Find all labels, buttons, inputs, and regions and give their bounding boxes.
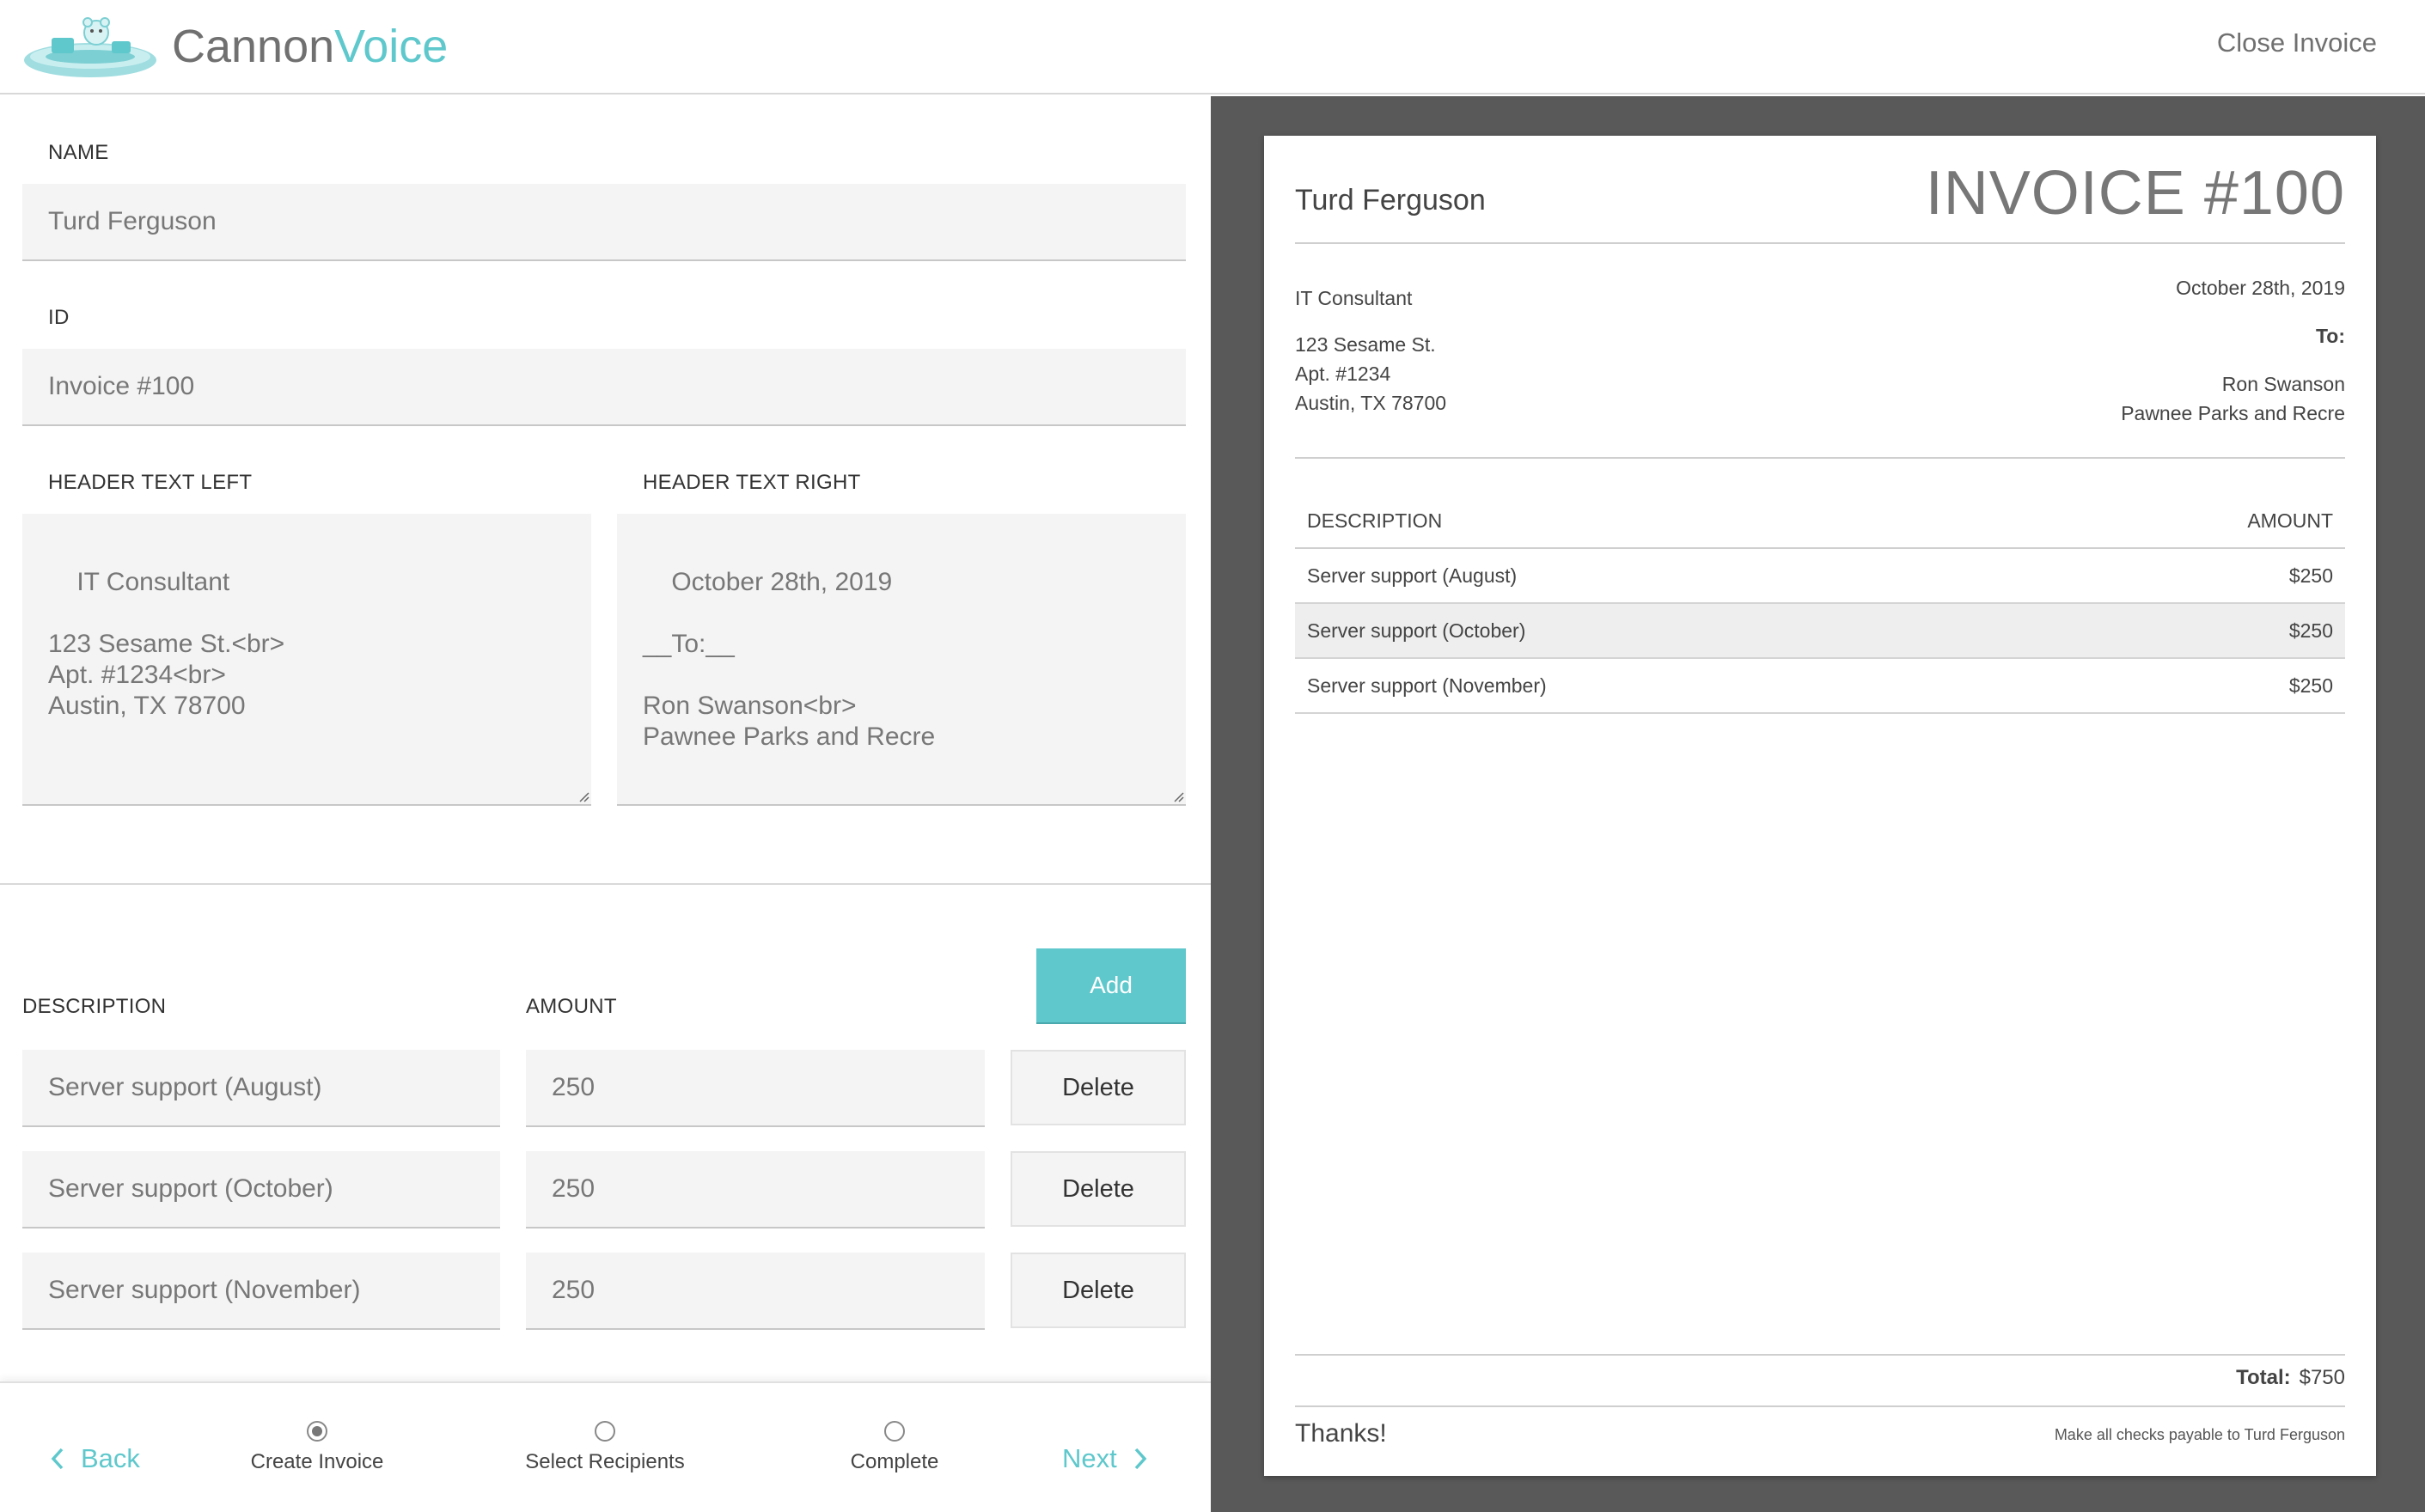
id-label: ID xyxy=(48,306,70,329)
invoice-preview: Turd Ferguson INVOICE #100 IT Consultant… xyxy=(1264,136,2376,1476)
header-right-label: HEADER TEXT RIGHT xyxy=(643,471,861,494)
description-column-label: DESCRIPTION xyxy=(22,995,167,1018)
line-item-description-input[interactable]: Server support (August) xyxy=(22,1050,500,1127)
top-bar: CannonVoice Close Invoice xyxy=(0,0,2425,94)
preview-name: Turd Ferguson xyxy=(1295,184,1486,216)
preview-row-description: Server support (August) xyxy=(1295,548,2037,604)
invoice-preview-pane: Turd Ferguson INVOICE #100 IT Consultant… xyxy=(1211,96,2425,1512)
table-header-row: DESCRIPTION AMOUNT xyxy=(1295,495,2345,549)
preview-rule xyxy=(1295,1405,2345,1407)
header-right-text: October 28th, 2019 __To:__ Ron Swanson<b… xyxy=(643,568,936,751)
preview-left-line: Austin, TX 78700 xyxy=(1295,392,1447,414)
header-left-text: IT Consultant 123 Sesame St.<br> Apt. #1… xyxy=(48,568,285,720)
radio-selected-icon xyxy=(307,1421,327,1442)
preview-payable-note: Make all checks payable to Turd Ferguson xyxy=(2054,1426,2345,1443)
back-label: Back xyxy=(81,1443,140,1473)
invoice-editor: NAME Turd Ferguson ID Invoice #100 HEADE… xyxy=(0,96,1211,1512)
preview-left-line: 123 Sesame St. xyxy=(1295,333,1436,356)
preview-thanks: Thanks! xyxy=(1295,1419,1387,1448)
table-row: Server support (August) $250 xyxy=(1295,548,2345,604)
preview-total-value: $750 xyxy=(2299,1366,2345,1389)
preview-row-amount: $250 xyxy=(2036,603,2345,659)
resize-grip-icon[interactable] xyxy=(1170,789,1184,802)
preview-row-description: Server support (October) xyxy=(1295,603,2037,659)
preview-total: Total: $750 xyxy=(2236,1366,2345,1390)
preview-invoice-title: INVOICE #100 xyxy=(1925,159,2345,228)
line-item-amount-input[interactable]: 250 xyxy=(526,1253,985,1330)
preview-date: October 28th, 2019 xyxy=(2176,277,2345,299)
preview-col-description: DESCRIPTION xyxy=(1295,495,2037,549)
back-button[interactable]: Back xyxy=(50,1443,140,1474)
step-create-invoice[interactable]: Create Invoice xyxy=(214,1421,420,1474)
step-complete[interactable]: Complete xyxy=(791,1421,998,1474)
preview-row-amount: $250 xyxy=(2036,548,2345,604)
brand-name: CannonVoice xyxy=(172,19,448,74)
id-input[interactable]: Invoice #100 xyxy=(22,349,1186,426)
header-left-label: HEADER TEXT LEFT xyxy=(48,471,253,494)
preview-left-line: Apt. #1234 xyxy=(1295,363,1391,385)
preview-total-label: Total: xyxy=(2236,1366,2291,1389)
radio-empty-icon xyxy=(595,1421,615,1442)
next-button[interactable]: Next xyxy=(1062,1443,1148,1474)
preview-row-amount: $250 xyxy=(2036,658,2345,714)
table-row: Server support (November) $250 xyxy=(1295,658,2345,714)
table-row: Server support (October) $250 xyxy=(1295,603,2345,659)
chevron-right-icon xyxy=(1134,1448,1147,1470)
name-label: NAME xyxy=(48,141,109,164)
brand-name-part2: Voice xyxy=(334,21,449,72)
preview-left-spacer xyxy=(1295,313,1446,330)
line-item-description-input[interactable]: Server support (October) xyxy=(22,1151,500,1228)
line-item-amount-input[interactable]: 250 xyxy=(526,1050,985,1127)
preview-to-label: To: xyxy=(2315,325,2345,347)
delete-line-item-button[interactable]: Delete xyxy=(1011,1253,1186,1328)
step-label: Complete xyxy=(850,1450,939,1473)
preview-col-amount: AMOUNT xyxy=(2036,495,2345,549)
wizard-stepper: Back Create Invoice Select Recipients Co… xyxy=(0,1381,1211,1512)
preview-left-line: IT Consultant xyxy=(1295,287,1413,309)
preview-row-description: Server support (November) xyxy=(1295,658,2037,714)
step-select-recipients[interactable]: Select Recipients xyxy=(502,1421,708,1474)
delete-line-item-button[interactable]: Delete xyxy=(1011,1151,1186,1227)
section-divider xyxy=(0,883,1211,885)
preview-to-name: Ron Swanson xyxy=(2221,373,2345,395)
step-label: Select Recipients xyxy=(525,1450,685,1473)
resize-grip-icon[interactable] xyxy=(576,789,589,802)
header-left-textarea[interactable]: IT Consultant 123 Sesame St.<br> Apt. #1… xyxy=(22,514,591,806)
chevron-left-icon xyxy=(51,1448,64,1470)
preview-rule xyxy=(1295,1354,2345,1356)
next-label: Next xyxy=(1062,1443,1117,1473)
cannonvoice-logo-icon xyxy=(24,17,156,77)
preview-header-right: October 28th, 2019 To: Ron Swanson Pawne… xyxy=(2121,273,2345,428)
line-item-amount-input[interactable]: 250 xyxy=(526,1151,985,1228)
preview-header-left: IT Consultant 123 Sesame St. Apt. #1234 … xyxy=(1295,284,1446,418)
amount-column-label: AMOUNT xyxy=(526,995,617,1018)
preview-line-items-table: DESCRIPTION AMOUNT Server support (Augus… xyxy=(1295,495,2345,714)
close-invoice-link[interactable]: Close Invoice xyxy=(2217,27,2377,58)
radio-empty-icon xyxy=(884,1421,905,1442)
preview-rule xyxy=(1295,457,2345,459)
brand-name-part1: Cannon xyxy=(172,21,335,72)
preview-rule xyxy=(1295,242,2345,244)
preview-to-org: Pawnee Parks and Recre xyxy=(2121,402,2345,424)
header-right-textarea[interactable]: October 28th, 2019 __To:__ Ron Swanson<b… xyxy=(617,514,1186,806)
delete-line-item-button[interactable]: Delete xyxy=(1011,1050,1186,1125)
name-input[interactable]: Turd Ferguson xyxy=(22,184,1186,261)
line-item-description-input[interactable]: Server support (November) xyxy=(22,1253,500,1330)
add-line-item-button[interactable]: Add xyxy=(1036,948,1186,1024)
step-label: Create Invoice xyxy=(250,1450,384,1473)
